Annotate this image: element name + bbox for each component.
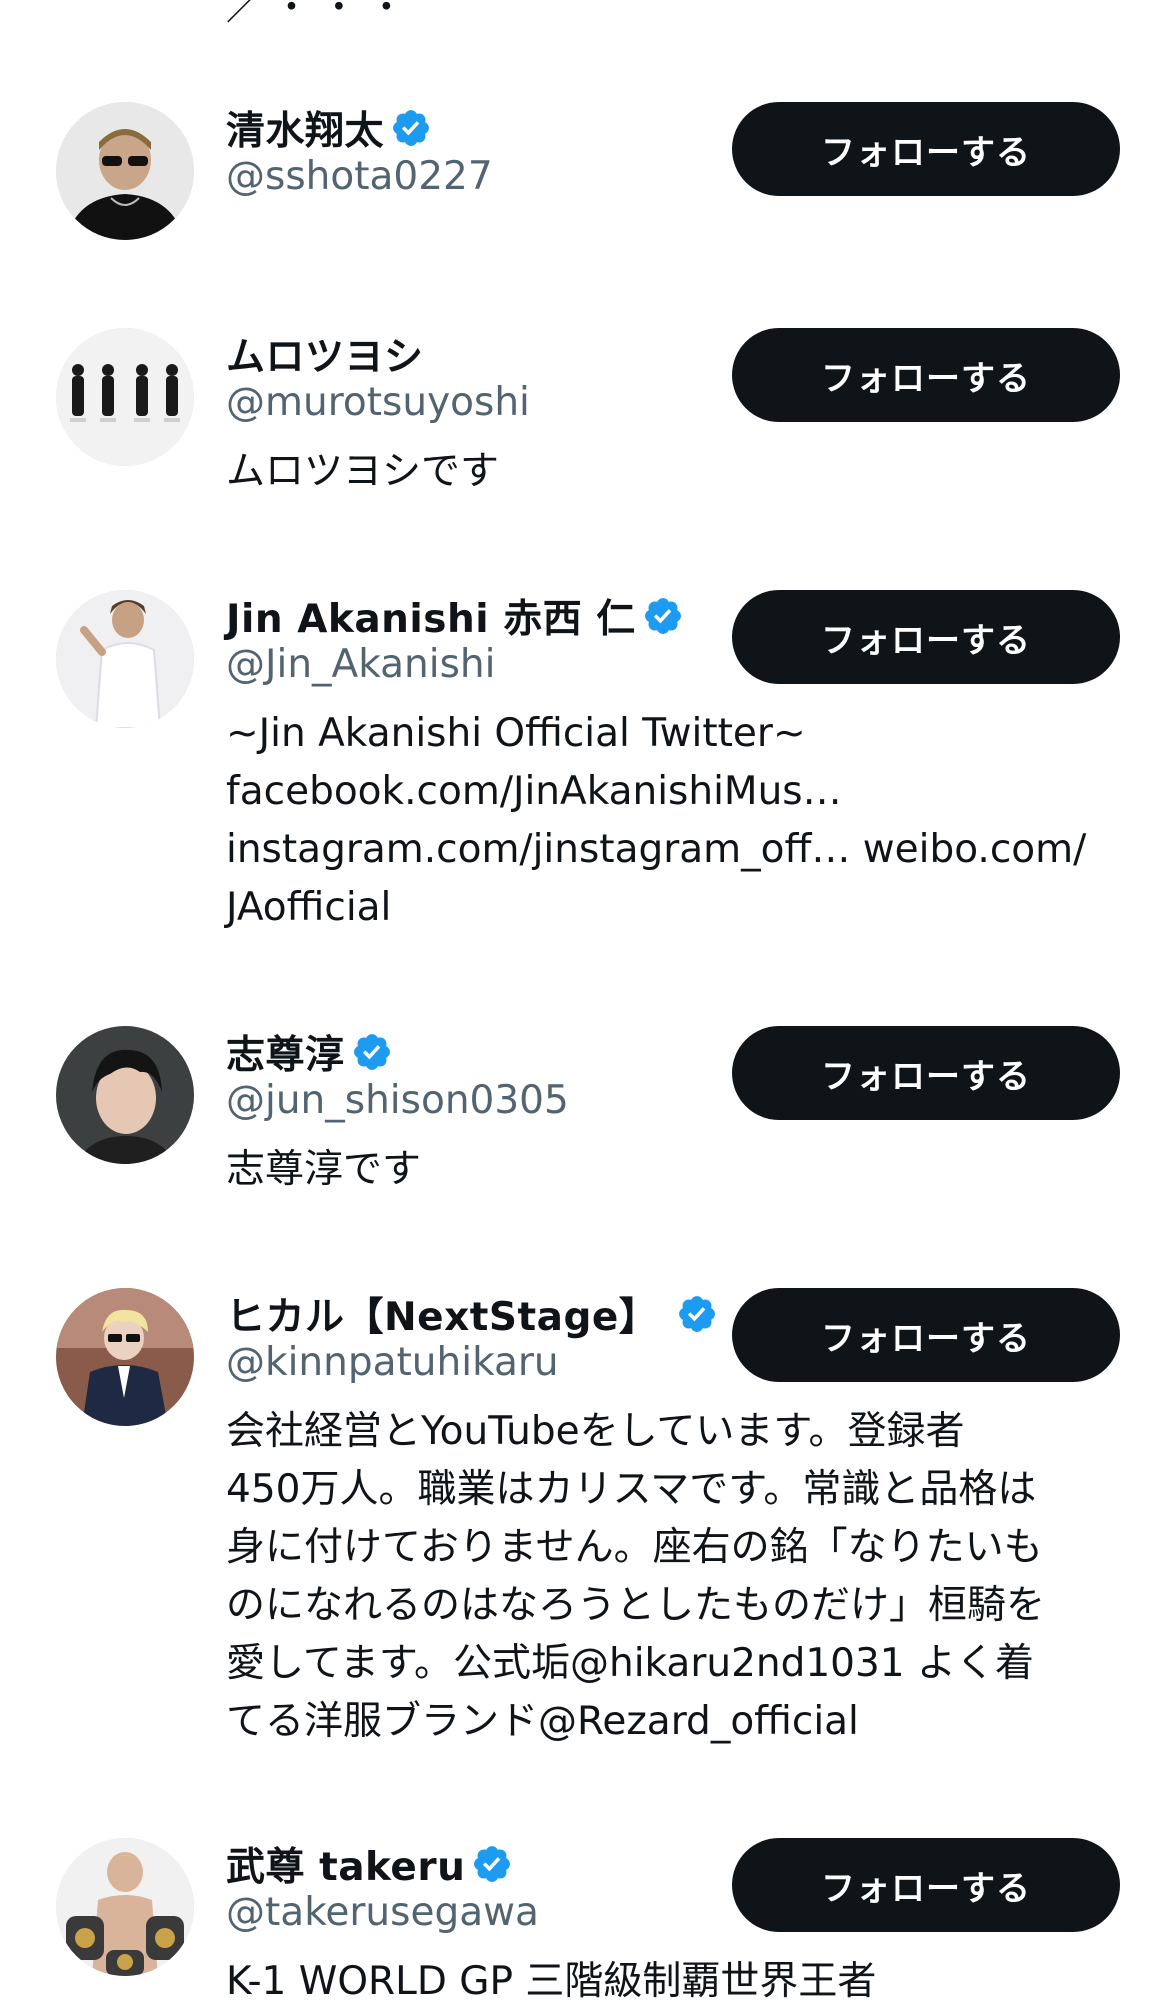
display-name: ムロツヨシ bbox=[226, 335, 424, 380]
display-name: Jin Akanishi 赤西 仁 bbox=[226, 597, 636, 642]
user-handle: @sshota0227 bbox=[226, 154, 493, 199]
follow-button[interactable]: フォローする bbox=[732, 1838, 1120, 1932]
who-to-follow-list: ／ ・ ・ ・ 清水翔太 @sshota0227 フォローする ムロツヨシ @m… bbox=[0, 0, 1170, 2010]
name-line: ムロツヨシ bbox=[226, 328, 424, 380]
verified-badge-icon bbox=[644, 598, 681, 634]
name-line: Jin Akanishi 赤西 仁 bbox=[226, 590, 684, 642]
avatar[interactable] bbox=[56, 1026, 194, 1164]
user-bio: ムロツヨシです bbox=[226, 449, 500, 494]
verified-badge-icon bbox=[353, 1034, 390, 1070]
name-line: 武尊 takeru bbox=[226, 1838, 513, 1890]
avatar[interactable] bbox=[56, 1838, 194, 1976]
avatar[interactable] bbox=[56, 102, 194, 240]
user-bio: 会社経営とYouTubeをしています。登録者 450万人。職業はカリスマです。常… bbox=[226, 1409, 1046, 1744]
previous-item-bio-fragment: ／ ・ ・ ・ bbox=[226, 0, 405, 28]
display-name: 武尊 takeru bbox=[226, 1845, 466, 1890]
user-bio: 志尊淳です bbox=[226, 1147, 422, 1192]
user-handle: @Jin_Akanishi bbox=[226, 642, 496, 687]
verified-badge-icon bbox=[679, 1296, 716, 1332]
name-line: ヒカル【NextStage】 bbox=[226, 1288, 718, 1340]
name-line: 清水翔太 bbox=[226, 102, 432, 154]
verified-badge-icon bbox=[393, 110, 429, 146]
user-handle: @jun_shison0305 bbox=[226, 1078, 569, 1123]
avatar[interactable] bbox=[56, 1288, 194, 1426]
user-handle: @takerusegawa bbox=[226, 1890, 539, 1935]
display-name: 志尊淳 bbox=[226, 1033, 345, 1078]
follow-button[interactable]: フォローする bbox=[732, 102, 1120, 196]
follow-button[interactable]: フォローする bbox=[732, 1288, 1120, 1382]
name-line: 志尊淳 bbox=[226, 1026, 393, 1078]
display-name: 清水翔太 bbox=[226, 109, 385, 154]
user-handle: @kinnpatuhikaru bbox=[226, 1340, 559, 1385]
user-handle: @murotsuyoshi bbox=[226, 380, 530, 425]
avatar[interactable] bbox=[56, 590, 194, 728]
avatar[interactable] bbox=[56, 328, 194, 466]
user-bio: K-1 WORLD GP 三階級制覇世界王者 bbox=[226, 1959, 877, 2004]
follow-button[interactable]: フォローする bbox=[732, 590, 1120, 684]
user-bio: ~Jin Akanishi Official Twitter~ facebook… bbox=[226, 711, 1087, 930]
verified-badge-icon bbox=[474, 1846, 511, 1882]
follow-button[interactable]: フォローする bbox=[732, 328, 1120, 422]
display-name: ヒカル【NextStage】 bbox=[226, 1295, 659, 1340]
follow-button[interactable]: フォローする bbox=[732, 1026, 1120, 1120]
